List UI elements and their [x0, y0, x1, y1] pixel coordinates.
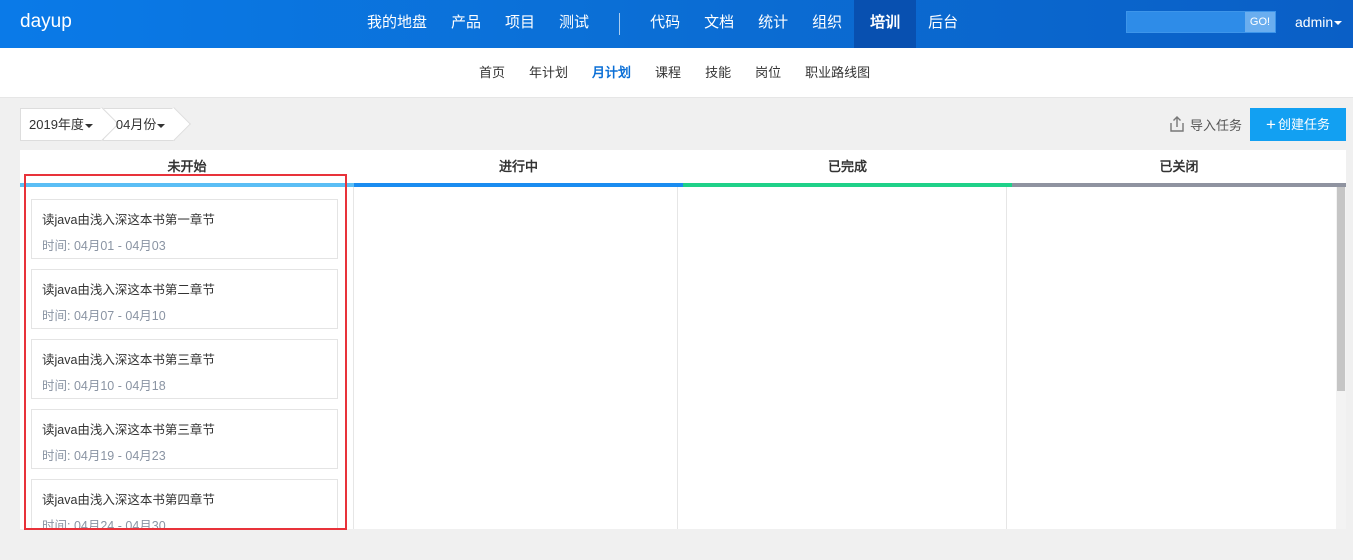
nav-item-code[interactable]: 代码 [638, 0, 692, 48]
column-header-not-started: 未开始 [20, 150, 354, 187]
column-in-progress [354, 187, 678, 529]
top-header: dayup 我的地盘 产品 项目 测试 代码 文档 统计 组织 培训 后台 GO… [0, 0, 1353, 48]
task-time: 时间: 04月19 - 04月23 [42, 449, 166, 463]
nav-item-product[interactable]: 产品 [439, 0, 493, 48]
import-icon [1170, 116, 1184, 132]
user-menu[interactable]: admin [1295, 14, 1343, 30]
chevron-down-icon [1334, 21, 1343, 26]
column-title: 已完成 [827, 159, 867, 174]
subnav-item-courses[interactable]: 课程 [643, 48, 693, 98]
nav-item-test[interactable]: 测试 [547, 0, 601, 48]
column-title: 进行中 [498, 159, 538, 174]
search-go-button[interactable]: GO! [1245, 12, 1275, 32]
task-time: 时间: 04月01 - 04月03 [42, 239, 166, 253]
nav-item-my-space[interactable]: 我的地盘 [355, 0, 439, 48]
main-nav: 我的地盘 产品 项目 测试 代码 文档 统计 组织 培训 后台 [355, 0, 970, 48]
month-label: 04月份 [115, 117, 157, 132]
breadcrumb: 2019年度 04月份 [20, 108, 176, 141]
sub-nav: 首页 年计划 月计划 课程 技能 岗位 职业路线图 [0, 48, 1353, 98]
brand-logo[interactable]: dayup [20, 11, 72, 33]
year-dropdown[interactable]: 2019年度 [20, 108, 103, 141]
column-title: 未开始 [167, 159, 207, 174]
task-title: 读java由浅入深这本书第四章节 [42, 493, 215, 507]
column-title: 已关闭 [1159, 159, 1199, 174]
search-input[interactable]: GO! [1126, 11, 1276, 33]
kanban-board: 未开始 进行中 已完成 已关闭 读java由浅入深这本书第一章节 时间: 04月… [20, 150, 1346, 529]
task-card[interactable]: 读java由浅入深这本书第四章节 时间: 04月24 - 04月30 [31, 479, 338, 529]
import-label: 导入任务 [1190, 117, 1243, 133]
year-label: 2019年度 [29, 117, 84, 132]
task-card[interactable]: 读java由浅入深这本书第一章节 时间: 04月01 - 04月03 [31, 199, 338, 259]
task-card[interactable]: 读java由浅入深这本书第三章节 时间: 04月10 - 04月18 [31, 339, 338, 399]
task-title: 读java由浅入深这本书第三章节 [42, 353, 215, 367]
chevron-down-icon [157, 123, 166, 128]
create-task-button[interactable]: + 创建任务 [1250, 108, 1346, 141]
scrollbar[interactable] [1336, 187, 1346, 529]
column-header-done: 已完成 [683, 150, 1012, 187]
nav-item-stats[interactable]: 统计 [746, 0, 800, 48]
chevron-down-icon [84, 123, 93, 128]
subnav-item-skills[interactable]: 技能 [693, 48, 743, 98]
nav-item-project[interactable]: 项目 [493, 0, 547, 48]
column-not-started: 读java由浅入深这本书第一章节 时间: 04月01 - 04月03 读java… [20, 187, 354, 529]
nav-item-docs[interactable]: 文档 [692, 0, 746, 48]
task-title: 读java由浅入深这本书第三章节 [42, 423, 215, 437]
task-time: 时间: 04月07 - 04月10 [42, 309, 166, 323]
task-card[interactable]: 读java由浅入深这本书第二章节 时间: 04月07 - 04月10 [31, 269, 338, 329]
user-name: admin [1295, 14, 1334, 30]
subnav-item-career-path[interactable]: 职业路线图 [793, 48, 882, 98]
column-closed [1007, 187, 1336, 529]
column-header-closed: 已关闭 [1012, 150, 1346, 187]
nav-item-org[interactable]: 组织 [800, 0, 854, 48]
subnav-item-home[interactable]: 首页 [467, 48, 517, 98]
subnav-item-month-plan[interactable]: 月计划 [580, 48, 643, 98]
task-time: 时间: 04月10 - 04月18 [42, 379, 166, 393]
task-time: 时间: 04月24 - 04月30 [42, 519, 166, 529]
column-headers: 未开始 进行中 已完成 已关闭 [20, 150, 1346, 187]
task-title: 读java由浅入深这本书第二章节 [42, 283, 215, 297]
subnav-item-positions[interactable]: 岗位 [743, 48, 793, 98]
column-done [678, 187, 1007, 529]
scrollbar-thumb[interactable] [1337, 187, 1345, 391]
task-card[interactable]: 读java由浅入深这本书第三章节 时间: 04月19 - 04月23 [31, 409, 338, 469]
create-label: 创建任务 [1277, 117, 1330, 132]
nav-divider [619, 13, 621, 35]
plus-icon: + [1266, 115, 1276, 134]
subnav-item-year-plan[interactable]: 年计划 [517, 48, 580, 98]
nav-item-admin[interactable]: 后台 [916, 0, 970, 48]
task-title: 读java由浅入深这本书第一章节 [42, 213, 215, 227]
import-tasks-button[interactable]: 导入任务 [1168, 113, 1242, 135]
column-header-in-progress: 进行中 [354, 150, 683, 187]
nav-item-training[interactable]: 培训 [854, 0, 917, 48]
